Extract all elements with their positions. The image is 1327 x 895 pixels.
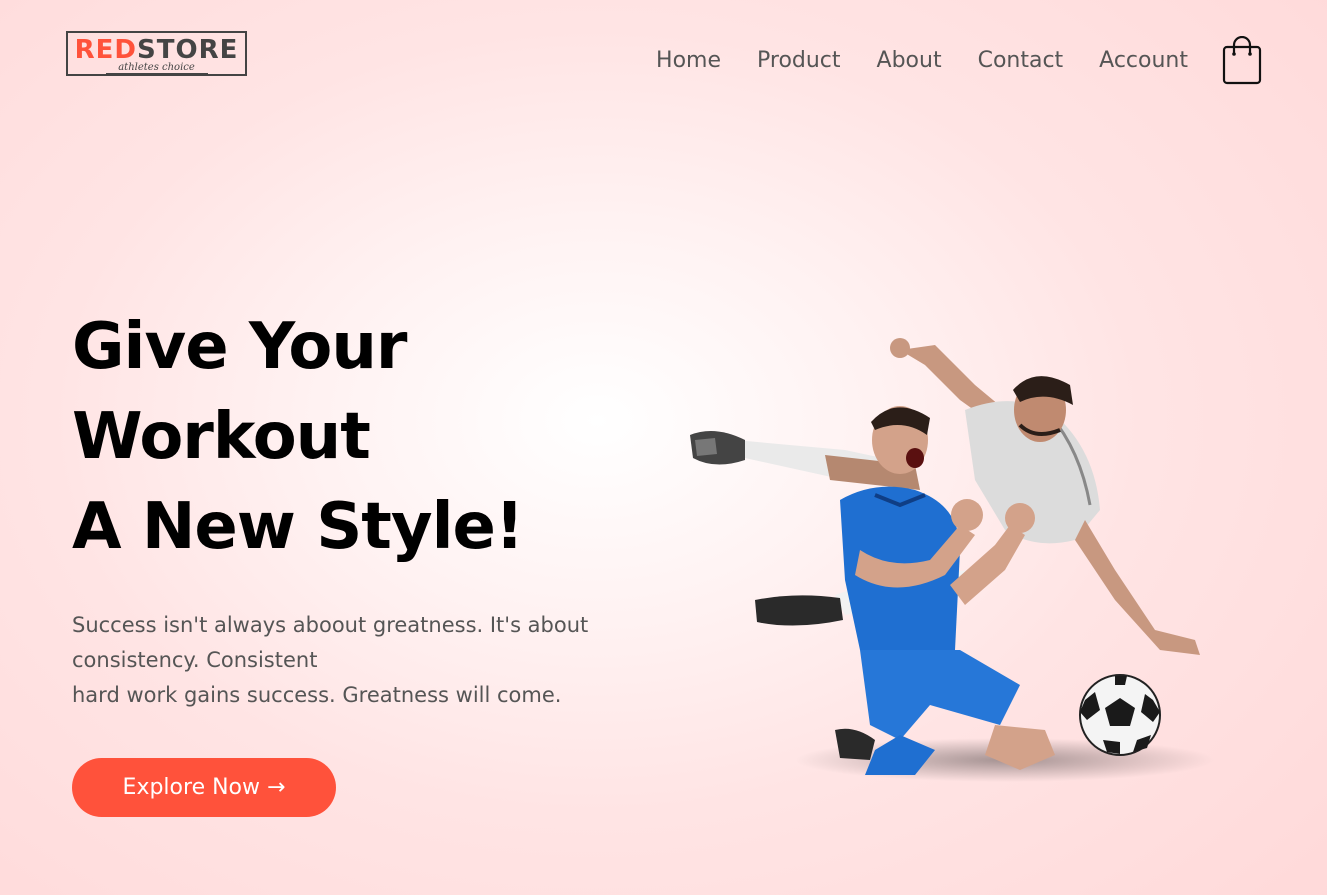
- nav-link-home[interactable]: Home: [656, 44, 721, 78]
- shopping-bag-icon[interactable]: [1222, 35, 1262, 86]
- soccer-players-image: [675, 330, 1230, 790]
- explore-now-button[interactable]: Explore Now →: [72, 758, 336, 817]
- headline-line-1: Give Your: [72, 310, 407, 384]
- hero-headline: Give Your Workout A New Style!: [72, 302, 524, 572]
- tagline-line-3: hard work gains success. Greatness will …: [72, 683, 562, 707]
- headline-line-3: A New Style!: [72, 490, 524, 564]
- soccer-ball: [1079, 674, 1161, 756]
- nav-link-contact[interactable]: Contact: [978, 44, 1064, 78]
- tagline-line-2: consistency. Consistent: [72, 648, 318, 672]
- redstore-logo[interactable]: REDSTORE athletes choice: [66, 31, 247, 76]
- headline-line-2: Workout: [72, 400, 371, 474]
- nav-link-product[interactable]: Product: [757, 44, 841, 78]
- logo-dark-text: STORE: [137, 35, 239, 65]
- tagline-line-1: Success isn't always aboout greatness. I…: [72, 613, 589, 637]
- logo-red-text: RED: [74, 35, 137, 65]
- nav-link-account[interactable]: Account: [1099, 44, 1188, 78]
- hero-tagline: Success isn't always aboout greatness. I…: [72, 608, 672, 713]
- nav-link-about[interactable]: About: [877, 44, 942, 78]
- main-nav: Home Product About Contact Account: [656, 44, 1188, 78]
- logo-tagline: athletes choice: [105, 63, 208, 74]
- logo-wordmark: REDSTORE: [68, 37, 245, 63]
